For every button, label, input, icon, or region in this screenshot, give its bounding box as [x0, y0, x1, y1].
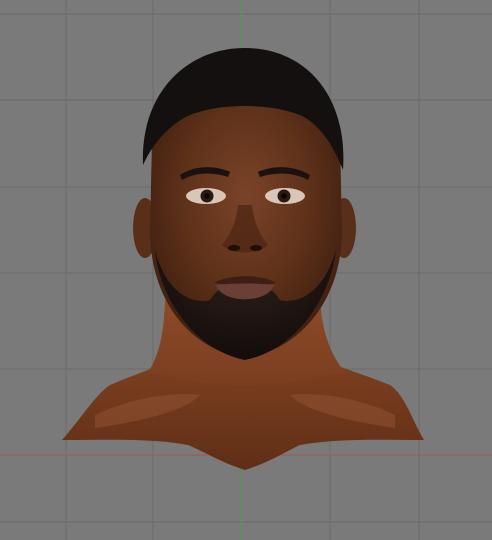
right-pupil	[281, 193, 287, 199]
right-nostril	[250, 245, 262, 251]
3d-viewport[interactable]	[0, 0, 492, 540]
left-nostril	[228, 245, 240, 251]
left-pupil	[204, 193, 210, 199]
viewport-canvas[interactable]	[0, 0, 492, 540]
